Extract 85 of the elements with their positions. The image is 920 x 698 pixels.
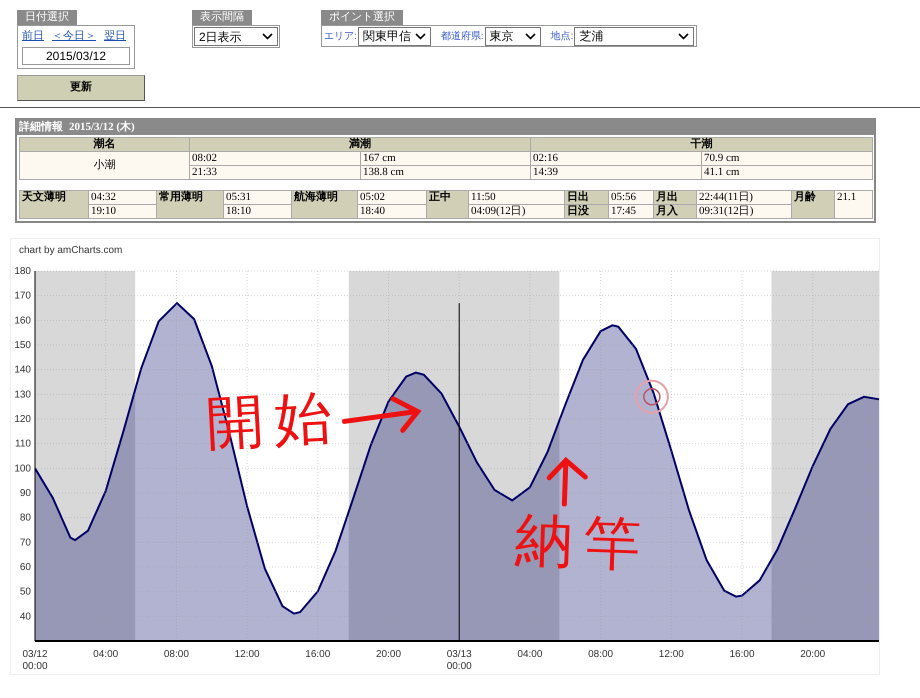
header-cell: 満潮 — [190, 138, 530, 152]
y-tick-label: 170 — [14, 290, 31, 302]
table-cell: 22:44(11日) — [696, 190, 792, 204]
table-cell: 14:39 — [530, 166, 702, 180]
y-tick-label: 70 — [20, 537, 31, 548]
y-tick-label: 90 — [20, 488, 31, 499]
panel-header: 詳細情報 2015/3/12 (木) — [17, 120, 874, 135]
label-cell: 日出 — [564, 190, 608, 204]
label-cell: 正中 — [426, 190, 468, 218]
table-cell: 08:02 — [190, 152, 360, 166]
x-tick-label: 16:00 — [730, 649, 755, 660]
dropdown[interactable]: 関東甲信 — [358, 26, 431, 46]
label-cell: 月齢 — [792, 190, 834, 218]
y-tick-label: 180 — [14, 266, 31, 277]
chevron-down-icon — [678, 32, 690, 40]
table-cell: 21:33 — [190, 166, 360, 180]
x-tick-label: 08:00 — [164, 649, 189, 660]
table-cell: 19:10 — [88, 204, 156, 218]
x-tick-label: 12:00 — [658, 649, 684, 660]
label-cell: 月入 — [654, 204, 696, 218]
table-cell: 70.9 cm — [702, 152, 872, 166]
table-cell: 18:40 — [358, 204, 426, 218]
handwritten-note: 納竿 — [514, 510, 652, 576]
y-tick-label: 160 — [14, 315, 31, 326]
x-tick-label: 12:00 — [234, 649, 260, 660]
label-cell: 天文薄明 — [20, 190, 88, 218]
y-tick-label: 80 — [20, 512, 31, 524]
y-tick-label: 140 — [14, 364, 31, 376]
header-cell: 潮名 — [20, 138, 190, 152]
date-link[interactable]: ＜今日＞ — [52, 28, 96, 44]
dropdown[interactable]: 東京 — [484, 26, 541, 46]
label-cell: 日没 — [564, 204, 608, 218]
header-cell: 干潮 — [530, 138, 872, 152]
label-cell: 常用薄明 — [156, 190, 224, 218]
handwritten-note: 開始 — [204, 388, 344, 455]
x-tick-label: 03/12 00:00 — [22, 649, 48, 672]
field-label: エリア: — [324, 30, 357, 44]
x-tick-label: 03/13 00:00 — [446, 649, 472, 672]
y-tick-label: 100 — [14, 463, 31, 474]
date-field[interactable]: 2015/03/12 — [22, 46, 130, 64]
chevron-down-icon — [414, 32, 426, 40]
x-tick-label: 16:00 — [305, 649, 330, 660]
y-tick-label: 150 — [14, 340, 31, 351]
label-cell: 月出 — [654, 190, 696, 204]
chevron-down-icon — [262, 33, 273, 40]
group-label: ポイント選択 — [321, 10, 403, 25]
table-cell: 04:09(12日) — [468, 204, 564, 218]
y-tick-label: 40 — [20, 611, 31, 622]
table-cell: 05:56 — [608, 190, 654, 204]
field-label: 都道府県: — [440, 30, 484, 44]
y-tick-label: 130 — [14, 389, 31, 400]
table-cell: 17:45 — [608, 204, 654, 218]
table-cell: 04:32 — [88, 190, 156, 204]
label-cell: 航海薄明 — [292, 190, 358, 218]
chart-credit: chart by amCharts.com — [19, 245, 122, 256]
x-tick-label: 20:00 — [376, 649, 402, 660]
chevron-down-icon — [524, 32, 536, 40]
table-cell: 18:10 — [224, 204, 292, 218]
table-cell: 21.1 — [834, 190, 872, 218]
dropdown[interactable]: 2日表示 — [194, 27, 278, 46]
table-cell: 167 cm — [360, 152, 530, 166]
table-cell: 05:31 — [224, 190, 292, 204]
x-tick-label: 08:00 — [588, 649, 614, 660]
y-tick-label: 60 — [20, 562, 31, 573]
table-cell: 11:50 — [468, 190, 564, 204]
target-marker — [634, 380, 669, 414]
table-cell: 41.1 cm — [702, 166, 872, 180]
table-cell: 138.8 cm — [360, 166, 530, 180]
y-tick-label: 50 — [20, 586, 31, 598]
table-cell: 05:02 — [358, 190, 426, 204]
group-label: 表示間隔 — [192, 10, 252, 25]
y-tick-label: 120 — [14, 414, 31, 425]
table-cell: 小潮 — [20, 152, 190, 180]
update-button[interactable]: 更新 — [17, 74, 145, 100]
group-label: 日付選択 — [17, 10, 77, 25]
x-tick-label: 04:00 — [93, 649, 118, 660]
y-tick-label: 110 — [15, 438, 31, 450]
x-tick-label: 20:00 — [800, 649, 826, 660]
date-link[interactable]: 前日 — [22, 28, 44, 44]
date-link[interactable]: 翌日 — [104, 28, 126, 44]
dropdown[interactable]: 芝浦 — [574, 26, 694, 46]
table-cell: 02:16 — [530, 152, 702, 166]
x-tick-label: 04:00 — [517, 649, 542, 660]
table-cell: 09:31(12日) — [696, 204, 792, 218]
field-label: 地点: — [550, 30, 574, 44]
